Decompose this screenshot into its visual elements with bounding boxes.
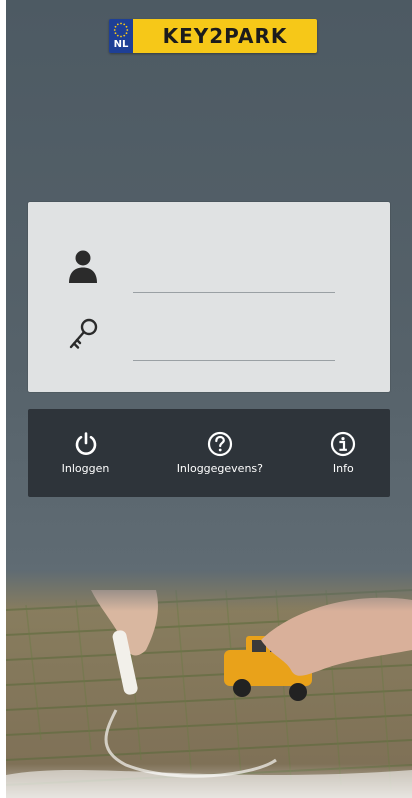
country-code: NL [113,39,129,50]
app-screen: NL KEY2PARK Inloggen Inloggegevens? Info [6,0,412,798]
password-row [28,310,390,361]
info-button[interactable]: Info [326,431,360,475]
power-icon [75,432,96,455]
login-button-label: Inloggen [61,462,110,475]
username-input[interactable] [133,266,335,293]
action-bar: Inloggen Inloggegevens? Info [28,409,390,497]
key2park-logo: NL KEY2PARK [109,19,317,53]
credentials-help-button[interactable]: Inloggegevens? [173,431,267,475]
key-icon [69,318,98,349]
info-icon [331,431,356,457]
eu-flag-strip: NL [109,19,133,53]
background-photo [6,570,412,798]
info-button-label: Info [332,462,354,475]
credentials-help-label: Inloggegevens? [176,462,263,475]
user-icon [69,250,97,283]
login-button[interactable]: Inloggen [58,431,114,475]
brand-name: KEY2PARK [133,19,317,53]
question-icon [207,431,232,457]
login-form [28,202,390,392]
password-input[interactable] [133,334,335,361]
username-row [28,242,390,293]
eu-stars-icon [113,22,129,38]
